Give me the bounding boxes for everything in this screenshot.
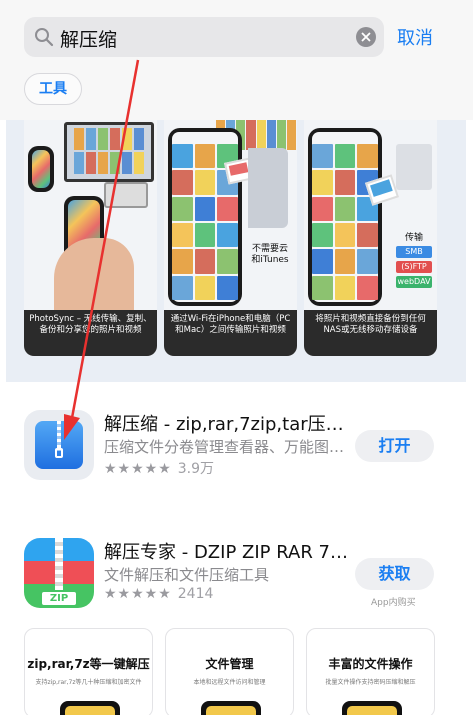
annotation-arrow [64,59,140,440]
app-store-search-screen: 解压缩 取消 工具 PhotoSync – 无线传输、复制、备份和分享您的照片和… [0,0,473,715]
